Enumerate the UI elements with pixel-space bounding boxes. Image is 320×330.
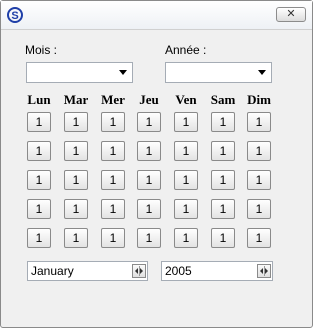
day-button[interactable]: 1 — [101, 141, 125, 161]
day-button[interactable]: 1 — [101, 112, 125, 132]
left-arrow-icon — [260, 268, 263, 274]
day-button[interactable]: 1 — [64, 170, 88, 190]
day-button[interactable]: 1 — [27, 112, 51, 132]
year-combo[interactable] — [165, 62, 272, 83]
day-button[interactable]: 1 — [64, 141, 88, 161]
day-button[interactable]: 1 — [211, 141, 235, 161]
day-button[interactable]: 1 — [137, 170, 161, 190]
day-button[interactable]: 1 — [137, 228, 161, 248]
day-button[interactable]: 1 — [247, 112, 271, 132]
day-header-dim: Dim — [247, 92, 271, 107]
calendar-window: S ✕ Mois : Année : Lun Mar Mer Jeu Ven Sam Dim… — [0, 0, 313, 328]
day-button[interactable]: 1 — [211, 112, 235, 132]
day-button[interactable]: 1 — [247, 228, 271, 248]
year-spin-buttons[interactable] — [257, 264, 271, 278]
day-button[interactable]: 1 — [27, 228, 51, 248]
month-spin-buttons[interactable] — [132, 264, 146, 278]
month-combo[interactable] — [26, 62, 133, 83]
day-button[interactable]: 1 — [211, 199, 235, 219]
right-arrow-icon — [265, 268, 268, 274]
day-button[interactable]: 1 — [174, 199, 198, 219]
svg-text:S: S — [11, 10, 18, 22]
day-header-sam: Sam — [210, 92, 236, 107]
app-logo-icon: S — [7, 7, 23, 23]
day-header-mar: Mar — [63, 92, 89, 107]
year-label: Année : — [165, 43, 207, 57]
day-button[interactable]: 1 — [101, 170, 125, 190]
right-arrow-icon — [140, 268, 143, 274]
day-button[interactable]: 1 — [64, 228, 88, 248]
day-button[interactable]: 1 — [247, 141, 271, 161]
month-spinner[interactable]: January — [27, 261, 148, 281]
day-button[interactable]: 1 — [101, 199, 125, 219]
chevron-down-icon — [119, 70, 127, 75]
day-button[interactable]: 1 — [174, 141, 198, 161]
day-button[interactable]: 1 — [211, 170, 235, 190]
year-spinner-value: 2005 — [165, 264, 192, 278]
day-button[interactable]: 1 — [247, 199, 271, 219]
day-header-ven: Ven — [175, 92, 197, 107]
day-button[interactable]: 1 — [137, 112, 161, 132]
day-button[interactable]: 1 — [27, 141, 51, 161]
day-button[interactable]: 1 — [64, 199, 88, 219]
day-button[interactable]: 1 — [211, 228, 235, 248]
day-header-jeu: Jeu — [139, 92, 159, 107]
day-button[interactable]: 1 — [101, 228, 125, 248]
chevron-down-icon — [258, 70, 266, 75]
day-button[interactable]: 1 — [27, 170, 51, 190]
day-button[interactable]: 1 — [64, 112, 88, 132]
day-button[interactable]: 1 — [27, 199, 51, 219]
day-button[interactable]: 1 — [137, 141, 161, 161]
close-button[interactable]: ✕ — [276, 7, 306, 22]
day-header-lun: Lun — [27, 92, 51, 107]
year-spinner[interactable]: 2005 — [161, 261, 273, 281]
day-button[interactable]: 1 — [174, 112, 198, 132]
day-button[interactable]: 1 — [247, 170, 271, 190]
day-button[interactable]: 1 — [174, 170, 198, 190]
day-button[interactable]: 1 — [137, 199, 161, 219]
day-button[interactable]: 1 — [174, 228, 198, 248]
month-label: Mois : — [25, 43, 58, 57]
day-header-mer: Mer — [101, 92, 125, 107]
month-spinner-value: January — [31, 264, 74, 278]
left-arrow-icon — [135, 268, 138, 274]
title-bar: S ✕ — [1, 1, 312, 30]
